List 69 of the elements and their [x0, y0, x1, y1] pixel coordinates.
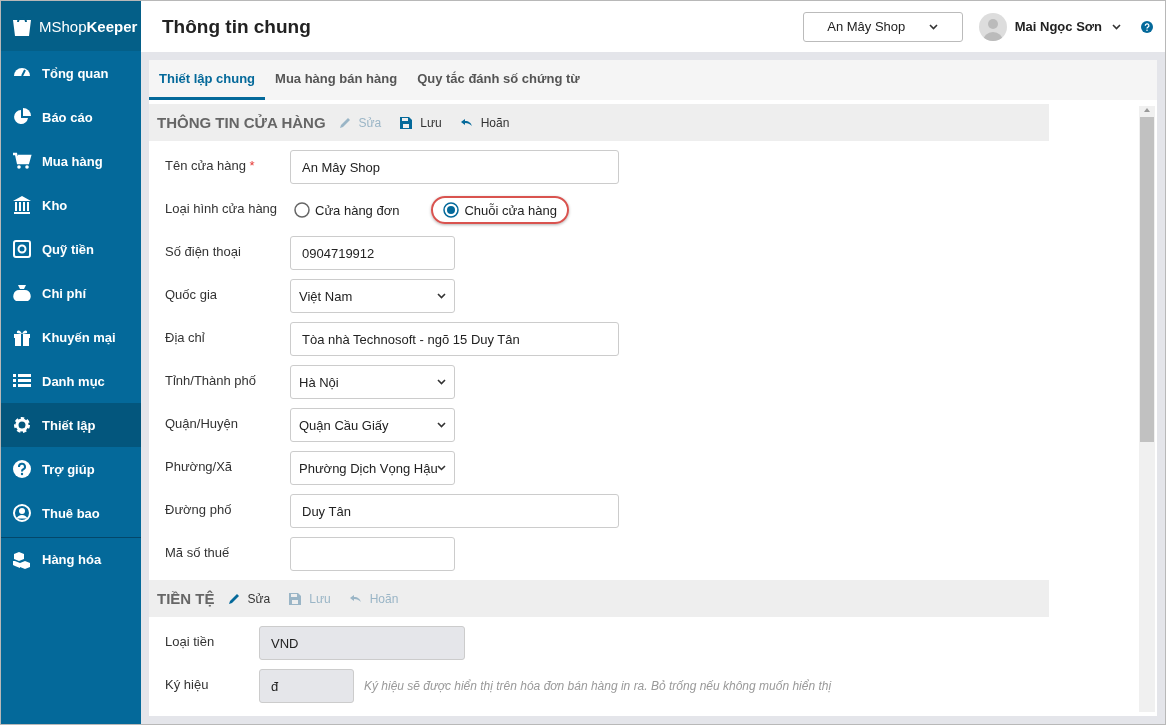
readonly-field: VND [259, 626, 465, 660]
caret-icon [437, 422, 446, 428]
money-bag-icon [12, 283, 32, 303]
text-field[interactable] [290, 537, 455, 571]
field-label: Tỉnh/Thành phố [165, 372, 258, 388]
field-label: Đường phố [165, 501, 233, 517]
dropdown-field[interactable]: Phường Dịch Vọng Hậu [290, 451, 455, 485]
caret-icon [1112, 23, 1121, 30]
field-label: Ký hiệu [165, 676, 210, 692]
radio-option[interactable]: Chuỗi cửa hàng [431, 196, 569, 224]
sidebar-item[interactable]: Khuyến mại [1, 315, 141, 359]
gear-icon [12, 415, 32, 435]
sidebar-item[interactable]: Kho [1, 183, 141, 227]
pencil-icon [337, 115, 352, 130]
sidebar-item[interactable]: Quỹ tiền [1, 227, 141, 271]
pencil-icon [226, 591, 241, 606]
field-label: Số điện thoại [165, 243, 242, 259]
field-label: Loại hình cửa hàng [165, 200, 279, 216]
cart-icon [12, 151, 32, 171]
help-icon [12, 459, 32, 479]
avatar-placeholder [978, 12, 1007, 41]
edit-button[interactable]: Sửa [224, 591, 273, 606]
field-hint: Ký hiệu sẽ được hiển thị trên hóa đơn bán hàng in ra. Bỏ trống nếu không muốn hiển thị [364, 678, 832, 693]
caret-icon [437, 293, 446, 299]
app-logo-text: MShopKeeper [39, 17, 138, 35]
sidebar-item[interactable]: Thuê bao [1, 491, 141, 535]
text-field[interactable]: Tòa nhà Technosoft - ngõ 15 Duy Tân [290, 322, 619, 356]
sidebar-item[interactable]: Báo cáo [1, 95, 141, 139]
cancel-button[interactable]: Hoãn [457, 115, 512, 130]
field-label: Địa chỉ [165, 329, 206, 345]
section-title: TIỀN TỆ [157, 590, 215, 607]
tab[interactable]: Quy tắc đánh số chứng từ [407, 60, 590, 100]
field-label: Tên cửa hàng * [165, 157, 256, 173]
sidebar-item[interactable]: Mua hàng [1, 139, 141, 183]
safe-icon [12, 239, 32, 259]
sidebar-item[interactable]: Trợ giúp [1, 447, 141, 491]
sidebar-item[interactable]: Thiết lập [1, 403, 141, 447]
sidebar-item[interactable]: Danh mục [1, 359, 141, 403]
sidebar-item[interactable]: Tổng quan [1, 51, 141, 95]
store-dropdown[interactable]: An Mây Shop [802, 11, 963, 42]
sidebar-item[interactable]: Chi phí [1, 271, 141, 315]
field-label: Quốc gia [165, 286, 219, 302]
pie-chart-icon [12, 107, 32, 127]
dropdown-field[interactable]: Quận Cầu Giấy [290, 408, 455, 442]
caret-icon [929, 23, 939, 30]
text-field[interactable]: 0904719912 [290, 236, 455, 270]
field-label: Mã số thuế [165, 544, 231, 560]
text-field[interactable]: An Mây Shop [290, 150, 619, 184]
dropdown-field[interactable]: Việt Nam [290, 279, 455, 313]
readonly-field: đ [259, 669, 354, 703]
page-title: Thông tin chung [162, 15, 312, 38]
tab[interactable]: Mua hàng bán hàng [265, 60, 408, 100]
user-menu[interactable]: Mai Ngọc Sơn [1014, 19, 1121, 34]
field-label: Phường/Xã [165, 458, 234, 474]
boxes-icon [12, 549, 32, 570]
section-title: THÔNG TIN CỬA HÀNG [157, 114, 326, 131]
field-label: Loại tiền [165, 633, 216, 649]
save-button[interactable]: Lưu [397, 115, 444, 130]
caret-icon [437, 379, 446, 385]
help-icon[interactable] [1141, 20, 1153, 33]
field-label: Quận/Huyện [165, 415, 239, 431]
scroll-up-arrow-icon[interactable] [1142, 106, 1152, 114]
caret-icon [437, 465, 446, 471]
radio-option[interactable]: Cửa hàng đơn [282, 196, 412, 224]
user-icon [12, 503, 32, 523]
text-field[interactable]: Duy Tân [290, 494, 619, 528]
dropdown-field[interactable]: Hà Nội [290, 365, 455, 399]
scrollbar[interactable] [1139, 106, 1155, 712]
bank-icon [12, 195, 32, 215]
